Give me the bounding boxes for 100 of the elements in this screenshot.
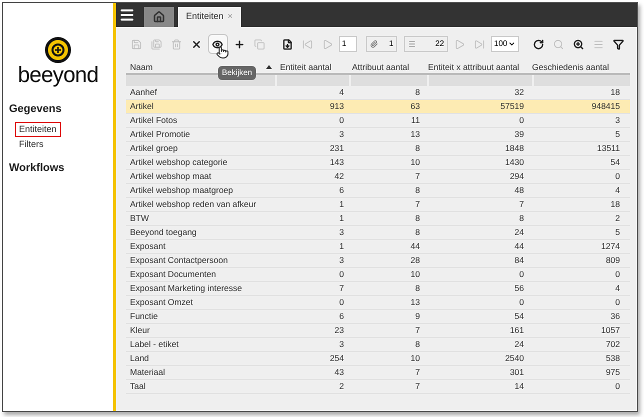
- table-cell-text: 161: [508, 324, 525, 337]
- table-cell-text: 0: [338, 296, 345, 309]
- table-cell-text: 1848: [504, 142, 525, 155]
- table-cell-text: Land: [129, 352, 150, 365]
- filter-field[interactable]: [534, 75, 630, 86]
- table-row[interactable]: Exposant 1 44 44 1274: [126, 240, 630, 254]
- table-cell-text: 18: [610, 198, 621, 211]
- table-cell-text: Exposant Omzet: [129, 296, 194, 309]
- table-cell-text: 13: [410, 128, 421, 141]
- table-row[interactable]: Artikel webshop maat 42 7 294 0: [126, 170, 630, 184]
- filter-field[interactable]: [277, 75, 350, 86]
- table-row[interactable]: Taal 2 7 14 0: [126, 380, 630, 394]
- table-cell-text: Artikel: [129, 100, 155, 113]
- table-cell-text: 7: [414, 366, 421, 379]
- table-cell-text: 1057: [600, 324, 621, 337]
- table-cell-text: 0: [518, 114, 525, 127]
- sidebar-item[interactable]: Entiteiten: [15, 122, 61, 136]
- table-cell-text: 1: [338, 240, 345, 253]
- table-cell-text: 1430: [504, 156, 525, 169]
- table-cell-text: 63: [410, 100, 421, 113]
- table-cell-text: 0: [518, 268, 525, 281]
- table-row[interactable]: Artikel 913 63 57519 948415: [126, 100, 630, 114]
- table-cell-text: Exposant Documenten: [129, 268, 217, 281]
- table-cell-text: 42: [334, 170, 345, 183]
- caret-icon: [508, 40, 516, 48]
- sort-ascending-icon: [266, 65, 272, 69]
- column-header[interactable]: Entiteit x attribuut aantal: [424, 61, 528, 73]
- table-cell-text: Artikel webshop reden van afkeur: [129, 198, 258, 211]
- table-cell-text: 8: [414, 142, 421, 155]
- cursor-icon: [216, 46, 229, 59]
- table-cell-text: Aanhef: [129, 86, 158, 99]
- table-row[interactable]: Exposant Marketing interesse 7 8 56 4: [126, 282, 630, 296]
- sidebar-item[interactable]: Filters: [15, 136, 48, 152]
- column-header[interactable]: Entiteit aantal: [276, 61, 348, 73]
- table-cell-text: BTW: [129, 212, 150, 225]
- table-row[interactable]: BTW 1 8 8 2: [126, 212, 630, 226]
- table-row[interactable]: Artikel Promotie 3 13 39 5: [126, 128, 630, 142]
- table-cell-text: 3: [338, 226, 345, 239]
- table-cell-text: Artikel webshop maat: [129, 170, 212, 183]
- table-row[interactable]: Artikel Fotos 0 11 0 3: [126, 114, 630, 128]
- table-cell-text: 1: [338, 198, 345, 211]
- table-cell-text: 1: [338, 212, 345, 225]
- table-cell-text: 4: [614, 184, 621, 197]
- table-row[interactable]: Functie 6 9 54 36: [126, 310, 630, 324]
- table-cell-text: 5: [614, 226, 621, 239]
- table-cell-text: 57519: [499, 100, 525, 113]
- table-cell-text: 301: [508, 366, 525, 379]
- table-row[interactable]: Artikel webshop categorie 143 10 1430 54: [126, 156, 630, 170]
- table-cell-text: 2540: [504, 352, 525, 365]
- table-cell-text: 0: [338, 114, 345, 127]
- table-row[interactable]: Exposant Omzet 0 13 0 0: [126, 296, 630, 310]
- table-cell-text: 948415: [590, 100, 621, 113]
- table-row[interactable]: Label - etiket 3 8 24 702: [126, 338, 630, 352]
- table-cell-text: 913: [328, 100, 345, 113]
- table-cell-text: 32: [514, 86, 525, 99]
- column-header[interactable]: Geschiedenis aantal: [528, 61, 624, 73]
- table-row[interactable]: Exposant Documenten 0 10 0 0: [126, 268, 630, 282]
- table-cell-text: 254: [328, 352, 345, 365]
- table-cell-text: 7: [518, 198, 525, 211]
- table-cell-text: Artikel webshop categorie: [129, 156, 228, 169]
- table-row[interactable]: Kleur 23 7 161 1057: [126, 324, 630, 338]
- table-cell-text: 231: [328, 142, 345, 155]
- table-row[interactable]: Artikel webshop maatgroep 6 8 48 4: [126, 184, 630, 198]
- filter-field[interactable]: [351, 75, 427, 86]
- page-field[interactable]: 1: [338, 36, 357, 52]
- table-cell-text: 3: [614, 114, 621, 127]
- table-cell-text: Artikel Promotie: [129, 128, 191, 141]
- table-cell-text: 7: [414, 198, 421, 211]
- table-row[interactable]: Artikel webshop reden van afkeur 1 7 7 18: [126, 198, 630, 212]
- table-cell-text: 4: [338, 86, 345, 99]
- table-cell-text: 2: [614, 212, 621, 225]
- table-cell-text: Materiaal: [129, 366, 166, 379]
- sidebar-heading: Workflows: [8, 160, 66, 176]
- home-icon: [153, 11, 165, 23]
- table-row[interactable]: Beeyond toegang 3 8 24 5: [126, 226, 630, 240]
- table-row[interactable]: Materiaal 43 7 301 975: [126, 366, 630, 380]
- table-cell-text: Label - etiket: [129, 338, 180, 351]
- page-size-select[interactable]: 100: [491, 36, 520, 52]
- table-cell-text: 11: [410, 114, 421, 127]
- table-cell-text: 8: [414, 86, 421, 99]
- tab[interactable]: Entiteiten ×: [178, 7, 241, 27]
- attachment-icon: [370, 40, 378, 48]
- table-cell-text: 54: [514, 310, 525, 323]
- table-cell-text: 2: [338, 380, 345, 393]
- table-row[interactable]: Exposant Contactpersoon 3 28 84 809: [126, 254, 630, 268]
- filter-field[interactable]: [428, 75, 532, 86]
- table-cell-text: 23: [334, 324, 345, 337]
- table-cell-text: Exposant Marketing interesse: [129, 282, 243, 295]
- table-row[interactable]: Land 254 10 2540 538: [126, 352, 630, 366]
- table-cell-text: 14: [514, 380, 525, 393]
- table-cell-text: 10: [410, 352, 421, 365]
- column-header[interactable]: Attribuut aantal: [348, 61, 424, 73]
- home-tab[interactable]: [144, 7, 174, 27]
- table-cell-text: 13511: [596, 142, 621, 155]
- table-cell-text: 702: [604, 338, 621, 351]
- table-cell-text: 7: [338, 282, 345, 295]
- table-cell-text: 10: [410, 268, 421, 281]
- table-cell-text: Exposant: [129, 240, 166, 253]
- table-cell-text: Kleur: [129, 324, 151, 337]
- table-row[interactable]: Artikel groep 231 8 1848 13511: [126, 142, 630, 156]
